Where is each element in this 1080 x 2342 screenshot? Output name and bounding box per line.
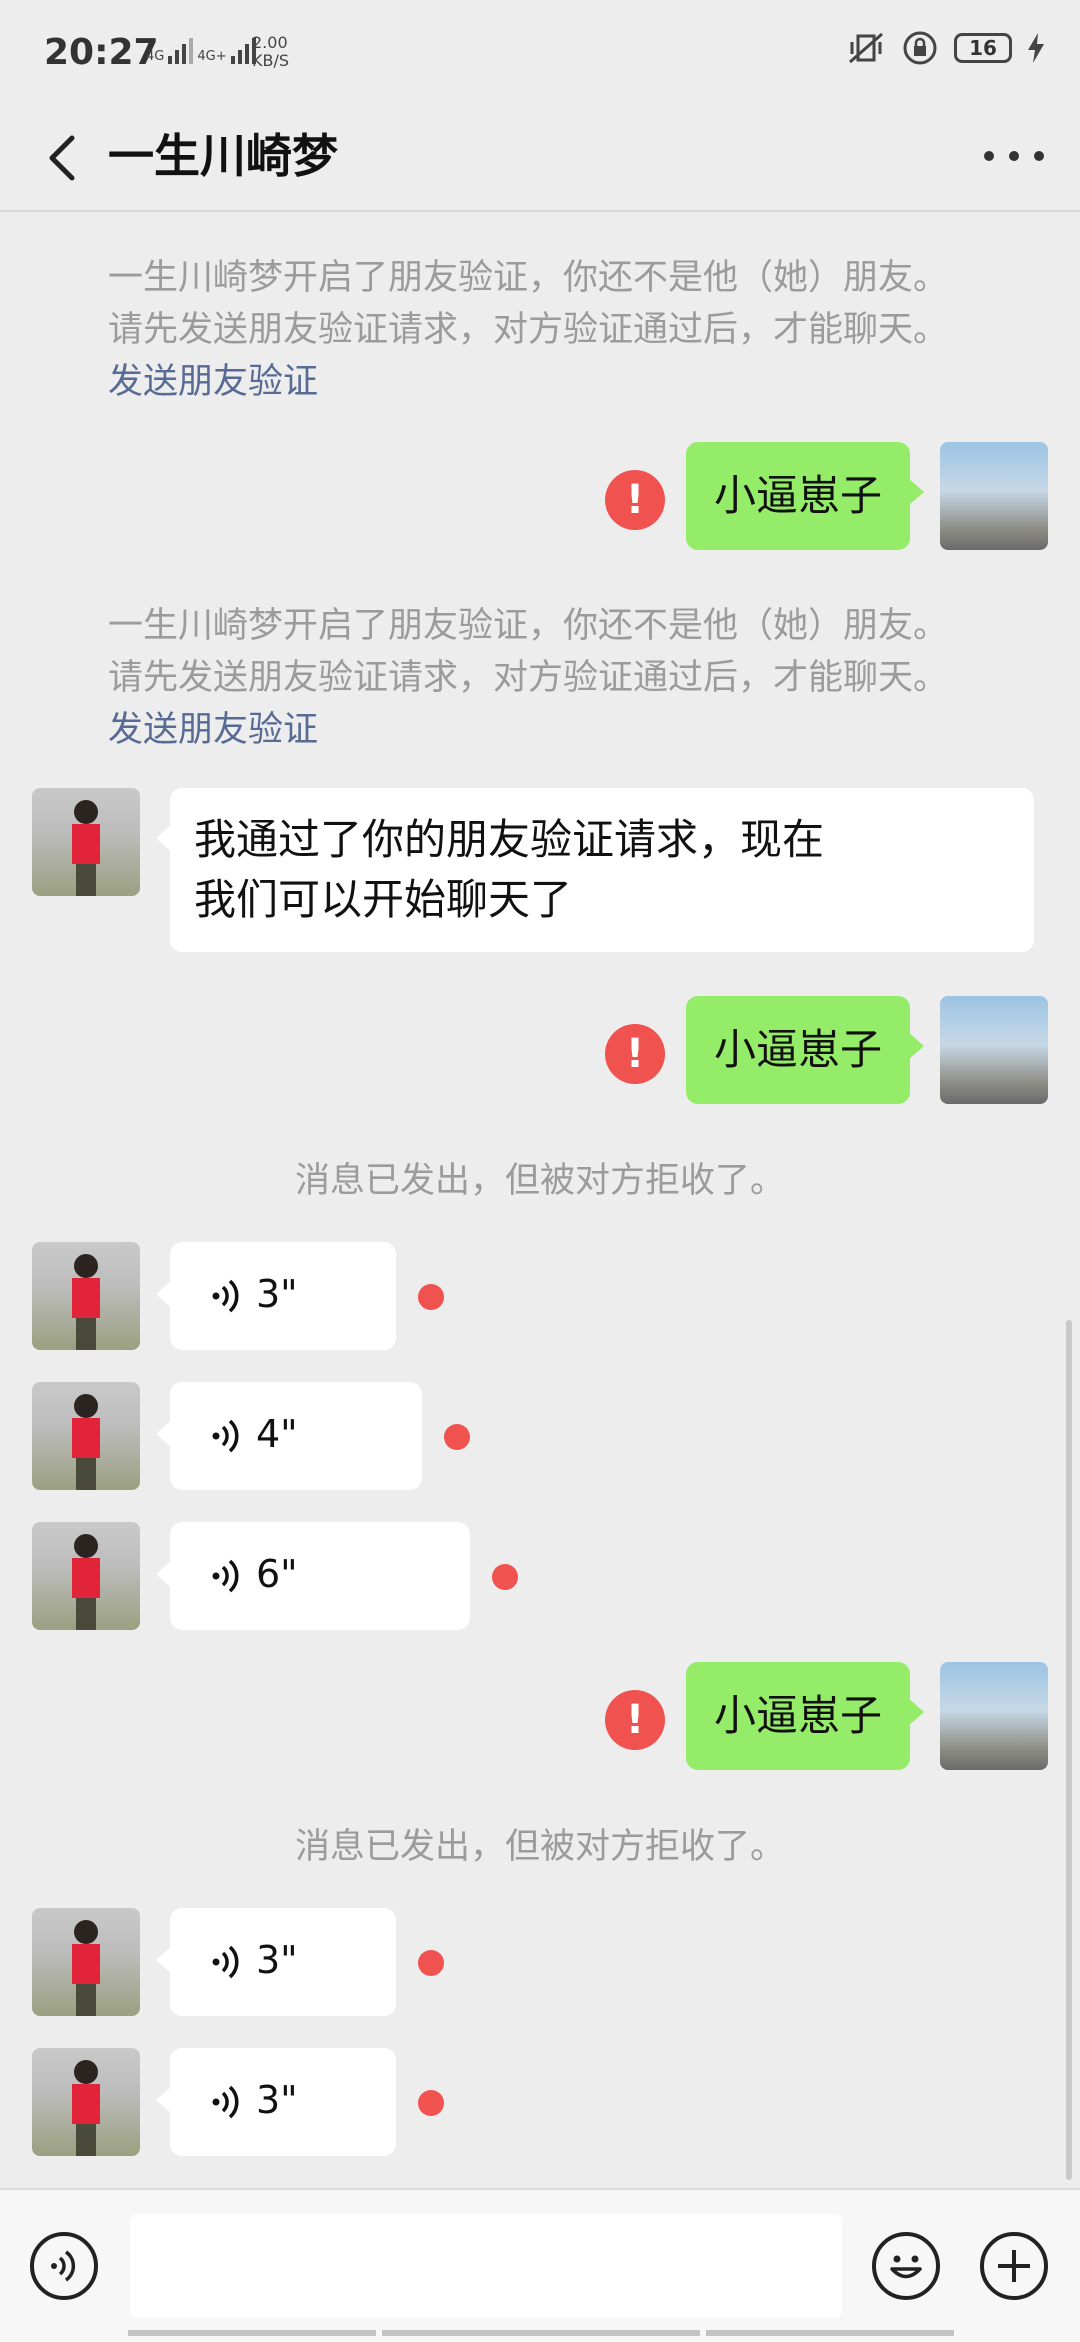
smiley-icon [890, 2255, 922, 2279]
nav-bar-segment [382, 2330, 700, 2336]
outgoing-message-bubble[interactable]: 小逼崽子 [686, 1662, 925, 1770]
unread-dot [418, 1284, 444, 1310]
notice-line: 请先发送朋友验证请求，对方验证通过后，才能聊天。 [108, 310, 949, 350]
friend-verification-notice: 一生川崎梦开启了朋友验证，你还不是他（她）朋友。 请先发送朋友验证请求，对方验证… [108, 600, 948, 756]
send-verification-link[interactable]: 发送朋友验证 [108, 356, 948, 408]
notice-line: 一生川崎梦开启了朋友验证，你还不是他（她）朋友。 [108, 606, 949, 646]
back-arrow-icon[interactable] [36, 128, 96, 188]
voice-wave-icon [212, 1419, 239, 1453]
message-text: 小逼崽子 [714, 471, 883, 520]
send-verification-link[interactable]: 发送朋友验证 [108, 704, 948, 756]
voice-duration: 6" [256, 1552, 298, 1596]
chat-header: 一生川崎梦 [0, 100, 1080, 212]
voice-duration: 3" [256, 1272, 298, 1316]
input-bar [0, 2188, 1080, 2342]
nav-bar-segment [128, 2330, 376, 2336]
person-figure-icon [72, 800, 100, 896]
vibrate-off-icon [849, 32, 883, 64]
add-more-icon[interactable] [980, 2232, 1048, 2300]
message-text: 我们可以开始聊天了 [194, 875, 573, 924]
status-bar: 20:27 4G 4G+ 2.00 KB/S 16 [0, 0, 1080, 110]
message-text: 小逼崽子 [714, 1025, 883, 1074]
voice-message-bubble[interactable]: 4" [156, 1382, 422, 1490]
signal-1-icon [168, 36, 194, 64]
status-time: 20:27 [44, 32, 159, 73]
contact-avatar[interactable] [32, 1242, 140, 1350]
send-failed-icon[interactable]: ! [605, 470, 665, 530]
unread-dot [418, 2090, 444, 2116]
voice-message-bubble[interactable]: 3" [156, 2048, 396, 2156]
voice-wave-icon [212, 1559, 239, 1593]
person-figure-icon [72, 2060, 100, 2156]
contact-avatar[interactable] [32, 1522, 140, 1630]
outgoing-message-bubble[interactable]: 小逼崽子 [686, 996, 925, 1104]
rotation-lock-icon [903, 31, 937, 65]
voice-wave-icon [212, 1279, 239, 1313]
unread-dot [418, 1950, 444, 1976]
network-type-2: 4G+ [197, 49, 227, 64]
voice-wave-icon [212, 1945, 239, 1979]
emoji-icon[interactable] [872, 2232, 940, 2300]
voice-duration: 3" [256, 1938, 298, 1982]
message-text: 小逼崽子 [714, 1691, 883, 1740]
my-avatar[interactable] [940, 1662, 1048, 1770]
send-failed-icon[interactable]: ! [605, 1690, 665, 1750]
contact-avatar[interactable] [32, 2048, 140, 2156]
person-figure-icon [72, 1534, 100, 1630]
message-text: 我通过了你的朋友验证请求，现在 [194, 815, 825, 864]
my-avatar[interactable] [940, 996, 1048, 1104]
voice-input-icon[interactable] [30, 2232, 98, 2300]
speed-value: 2.00 [252, 33, 288, 52]
message-input[interactable] [130, 2214, 842, 2318]
chat-title: 一生川崎梦 [108, 129, 338, 183]
voice-duration: 3" [256, 2078, 298, 2122]
status-right: 16 [846, 30, 1044, 66]
person-figure-icon [72, 1254, 100, 1350]
network-speed: 2.00 KB/S [252, 34, 289, 70]
contact-avatar[interactable] [32, 1908, 140, 2016]
plus-icon [998, 2250, 1030, 2282]
incoming-message-bubble[interactable]: 我通过了你的朋友验证请求，现在 我们可以开始聊天了 [156, 788, 1034, 952]
contact-avatar[interactable] [32, 1382, 140, 1490]
network-type-1: 4G [146, 49, 165, 64]
rejected-notice: 消息已发出，但被对方拒收了。 [294, 1827, 785, 1867]
scrollbar[interactable] [1066, 1320, 1072, 2180]
unread-dot [444, 1424, 470, 1450]
voice-wave-icon [212, 2085, 239, 2119]
voice-wave-icon [51, 2250, 76, 2282]
my-avatar[interactable] [940, 442, 1048, 550]
more-options-icon[interactable] [984, 136, 1044, 176]
signal-indicators: 4G 4G+ [146, 36, 256, 64]
voice-duration: 4" [256, 1412, 298, 1456]
speed-unit: KB/S [252, 51, 290, 70]
contact-avatar[interactable] [32, 788, 140, 896]
notice-line: 请先发送朋友验证请求，对方验证通过后，才能聊天。 [108, 658, 949, 698]
friend-verification-notice: 一生川崎梦开启了朋友验证，你还不是他（她）朋友。 请先发送朋友验证请求，对方验证… [108, 252, 948, 408]
voice-message-bubble[interactable]: 3" [156, 1242, 396, 1350]
nav-bar-segment [706, 2330, 954, 2336]
rejected-notice: 消息已发出，但被对方拒收了。 [294, 1161, 785, 1201]
person-figure-icon [72, 1394, 100, 1490]
notice-line: 一生川崎梦开启了朋友验证，你还不是他（她）朋友。 [108, 258, 949, 298]
battery-icon: 16 [954, 33, 1012, 63]
message-list[interactable]: 一生川崎梦开启了朋友验证，你还不是他（她）朋友。 请先发送朋友验证请求，对方验证… [0, 212, 1080, 2187]
charging-icon [1028, 33, 1044, 63]
unread-dot [492, 1564, 518, 1590]
outgoing-message-bubble[interactable]: 小逼崽子 [686, 442, 925, 550]
voice-message-bubble[interactable]: 3" [156, 1908, 396, 2016]
send-failed-icon[interactable]: ! [605, 1024, 665, 1084]
voice-message-bubble[interactable]: 6" [156, 1522, 470, 1630]
person-figure-icon [72, 1920, 100, 2016]
